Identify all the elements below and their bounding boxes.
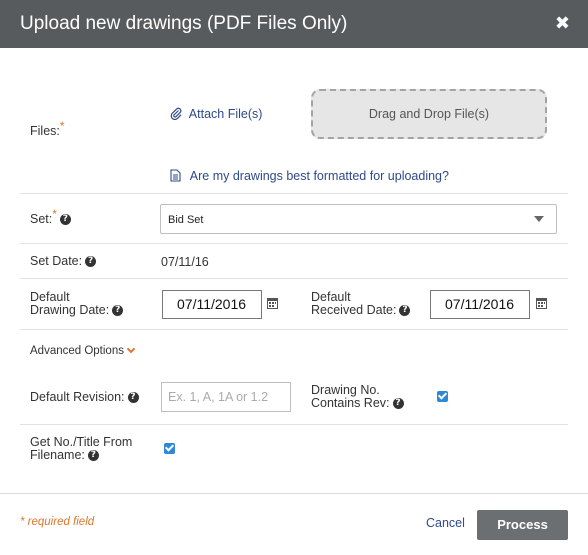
advanced-options-toggle[interactable]: Advanced Options <box>30 344 136 357</box>
set-select-value: Bid Set <box>168 214 204 226</box>
attach-files-link[interactable]: Attach File(s) <box>170 107 262 121</box>
drawing-date-input[interactable]: 07/11/2016 <box>162 290 262 319</box>
contains-rev-label-line2: Contains Rev: <box>311 396 390 410</box>
help-icon[interactable]: ? <box>87 450 99 462</box>
set-date-label-text: Set Date: <box>30 254 83 268</box>
contains-rev-checkbox[interactable] <box>437 391 448 402</box>
set-select[interactable]: Bid Set <box>160 204 557 234</box>
upload-drawings-dialog: Upload new drawings (PDF Files Only) ✖ F… <box>0 0 588 555</box>
files-label: Files:* <box>30 120 65 138</box>
divider <box>20 424 568 425</box>
divider <box>20 243 568 244</box>
set-label-text: Set: <box>30 212 53 226</box>
divider <box>20 278 568 279</box>
default-revision-label: Default Revision:? <box>30 391 139 404</box>
divider <box>20 193 568 194</box>
document-icon <box>170 169 190 183</box>
set-date-value: 07/11/16 <box>161 255 209 269</box>
dialog-header: Upload new drawings (PDF Files Only) ✖ <box>0 0 588 48</box>
footer-divider <box>0 493 588 494</box>
files-label-text: Files: <box>30 124 60 138</box>
drawing-date-label-line2: Drawing Date: <box>30 303 110 317</box>
help-icon[interactable]: ? <box>399 305 411 317</box>
set-date-label: Set Date:? <box>30 254 97 268</box>
set-label: Set:*? <box>30 208 71 226</box>
from-filename-label-line2: Filename: <box>30 448 85 462</box>
caret-down-icon <box>534 216 544 222</box>
chevron-down-icon <box>126 344 136 354</box>
drawing-date-label: Default Drawing Date:? <box>30 291 124 317</box>
close-icon[interactable]: ✖ <box>555 12 570 34</box>
help-icon[interactable]: ? <box>112 305 124 317</box>
calendar-icon[interactable] <box>267 298 278 309</box>
help-icon[interactable]: ? <box>127 392 139 404</box>
drag-drop-zone[interactable]: Drag and Drop File(s) <box>311 89 547 139</box>
help-icon[interactable]: ? <box>85 256 97 268</box>
required-asterisk: * <box>59 118 65 133</box>
format-help-label: Are my drawings best formatted for uploa… <box>189 169 449 183</box>
divider <box>20 329 568 330</box>
cancel-button[interactable]: Cancel <box>426 516 465 530</box>
help-icon[interactable]: ? <box>59 214 71 226</box>
required-asterisk: * <box>52 206 57 221</box>
advanced-options-label: Advanced Options <box>30 345 124 357</box>
default-revision-label-text: Default Revision: <box>30 390 125 404</box>
dialog-title: Upload new drawings (PDF Files Only) <box>20 13 348 34</box>
required-field-note: * required field <box>20 516 95 528</box>
received-date-label: Default Received Date:? <box>311 291 411 317</box>
process-button[interactable]: Process <box>477 510 568 540</box>
default-revision-input[interactable]: Ex. 1, A, 1A or 1.2 <box>161 382 291 412</box>
from-filename-checkbox[interactable] <box>164 443 175 454</box>
from-filename-label: Get No./Title From Filename:? <box>30 436 132 462</box>
received-date-input[interactable]: 07/11/2016 <box>430 290 530 319</box>
calendar-icon[interactable] <box>536 298 547 309</box>
received-date-label-line2: Received Date: <box>311 303 397 317</box>
contains-rev-label: Drawing No. Contains Rev:? <box>311 384 404 410</box>
help-icon[interactable]: ? <box>392 398 404 410</box>
attach-files-label: Attach File(s) <box>188 107 263 121</box>
format-help-link[interactable]: Are my drawings best formatted for uploa… <box>170 169 449 183</box>
paperclip-icon <box>170 107 189 121</box>
